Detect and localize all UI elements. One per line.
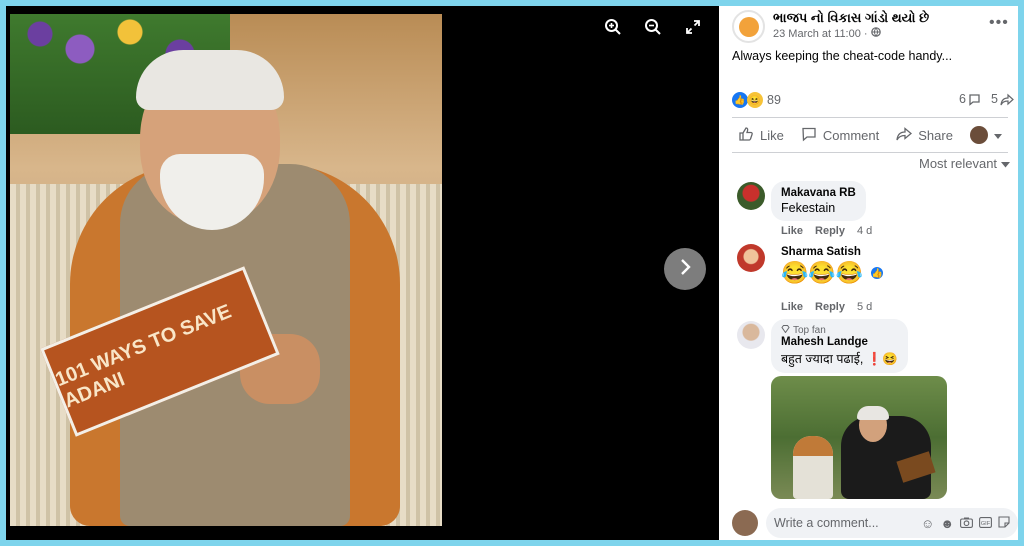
avatar-sticker-icon[interactable]: ☺: [921, 516, 934, 531]
next-photo-button[interactable]: [664, 248, 706, 290]
comment-bubble: Top fan Mahesh Landge बहुत ज्यादा पढाई, …: [771, 319, 908, 373]
comment-meta: Like Reply 5 d: [781, 301, 872, 313]
photo-viewer: 101 WAYS TO SAVE ADANI: [6, 6, 719, 540]
share-arrow-icon: [1000, 93, 1014, 106]
comment-like-link[interactable]: Like: [781, 225, 803, 237]
share-icon: [896, 126, 913, 145]
engagement-counts: 6 5: [959, 92, 1014, 106]
svg-text:GIF: GIF: [981, 520, 991, 526]
react-as-selector[interactable]: [964, 126, 1008, 144]
zoom-out-icon[interactable]: [642, 16, 664, 38]
sort-label: Most relevant: [919, 156, 998, 171]
comment-composer: Write a comment... ☺ ☻ GIF: [732, 506, 1018, 540]
man-hair-shape: [857, 406, 889, 420]
like-label: Like: [760, 127, 784, 143]
globe-icon: [870, 27, 881, 40]
avatar[interactable]: [737, 321, 765, 349]
comment-emoji-text: 😂😂😂 👍: [781, 260, 886, 286]
comment-input[interactable]: Write a comment... ☺ ☻ GIF: [766, 508, 1018, 538]
share-button[interactable]: Share: [890, 126, 959, 145]
divider: [732, 117, 1008, 118]
like-reaction-icon[interactable]: 👍: [869, 265, 886, 281]
comment-time[interactable]: 4 d: [857, 225, 872, 237]
comment-like-link[interactable]: Like: [781, 301, 803, 313]
emoji-icon[interactable]: ☻: [940, 516, 954, 531]
comment-icon: [801, 126, 817, 145]
caret-down-icon: [1001, 156, 1011, 171]
haha-reaction-icon: 😆: [747, 92, 763, 108]
page-avatar[interactable]: [732, 10, 765, 43]
avatar[interactable]: [732, 510, 758, 536]
comment-reply-link[interactable]: Reply: [815, 301, 845, 313]
like-button[interactable]: Like: [732, 126, 790, 145]
post-timestamp[interactable]: 23 March at 11:00 ·: [773, 27, 881, 40]
avatar[interactable]: [737, 244, 765, 272]
share-label: Share: [918, 127, 953, 143]
gif-icon[interactable]: GIF: [979, 516, 992, 531]
thumbs-up-icon: [738, 126, 754, 145]
comment-time[interactable]: 5 d: [857, 301, 872, 313]
commenter-name[interactable]: Sharma Satish: [781, 246, 885, 258]
sticker-icon[interactable]: [998, 515, 1010, 531]
comment-button[interactable]: Comment: [795, 126, 885, 145]
photo-hair: [136, 50, 284, 110]
post-time-text: 23 March at 11:00 ·: [773, 27, 868, 40]
like-reaction-icon: 👍: [732, 92, 748, 108]
post-photo[interactable]: 101 WAYS TO SAVE ADANI: [10, 14, 442, 526]
page-name[interactable]: ભાજપ નો વિકાસ ગાંડો થયો છે: [773, 10, 929, 26]
comment-count-number: 6: [959, 92, 966, 106]
reaction-count: 89: [767, 93, 781, 107]
post-actions-bar: Like Comment Share: [732, 120, 1008, 150]
comment-reply-link[interactable]: Reply: [815, 225, 845, 237]
comment-text: Fekestain: [781, 201, 836, 215]
top-fan-badge: Top fan: [781, 325, 898, 336]
divider: [732, 152, 1008, 153]
comment-meta: Like Reply 4 d: [781, 225, 872, 237]
avatar[interactable]: [737, 182, 765, 210]
comment-count[interactable]: 6: [959, 92, 981, 106]
top-fan-label: Top fan: [793, 325, 826, 336]
fullscreen-icon[interactable]: [682, 16, 704, 38]
caret-down-icon: [993, 128, 1002, 143]
post-details-panel: ભાજપ નો વિકાસ ગાંડો થયો છે 23 March at 1…: [719, 6, 1018, 540]
camera-icon[interactable]: [960, 516, 973, 531]
comment-label: Comment: [822, 127, 880, 143]
comment-text: 😂😂😂: [781, 260, 864, 285]
zoom-in-icon[interactable]: [602, 16, 624, 38]
viewer-avatar: [969, 126, 988, 144]
comment-bubble: Sharma Satish 😂😂😂 👍: [771, 246, 895, 286]
comment-sort-dropdown[interactable]: Most relevant: [919, 156, 1011, 171]
share-count-number: 5: [990, 92, 998, 106]
share-count[interactable]: 5: [991, 92, 1014, 106]
reactions-summary[interactable]: 👍 😆 89: [732, 92, 781, 108]
diamond-icon: [781, 325, 790, 336]
comment-image[interactable]: [771, 376, 947, 499]
post-caption: Always keeping the cheat-code handy...: [732, 49, 953, 63]
more-options-icon[interactable]: •••: [989, 14, 1009, 32]
milestone-cap: [793, 436, 833, 456]
comment-text: बहुत ज्यादा पढाई, ❗😆: [781, 352, 898, 366]
photo-post-window: 101 WAYS TO SAVE ADANI ભાજપ નો વિકાસ ગાં…: [6, 6, 1018, 540]
chevron-right-icon: [678, 258, 692, 281]
comment-bubble: Makavana RB Fekestain: [771, 181, 866, 221]
comment-bubble-icon: [968, 93, 981, 106]
commenter-name[interactable]: Makavana RB: [781, 187, 856, 199]
commenter-name[interactable]: Mahesh Landge: [781, 336, 898, 348]
comment-input-placeholder: Write a comment...: [774, 516, 879, 530]
